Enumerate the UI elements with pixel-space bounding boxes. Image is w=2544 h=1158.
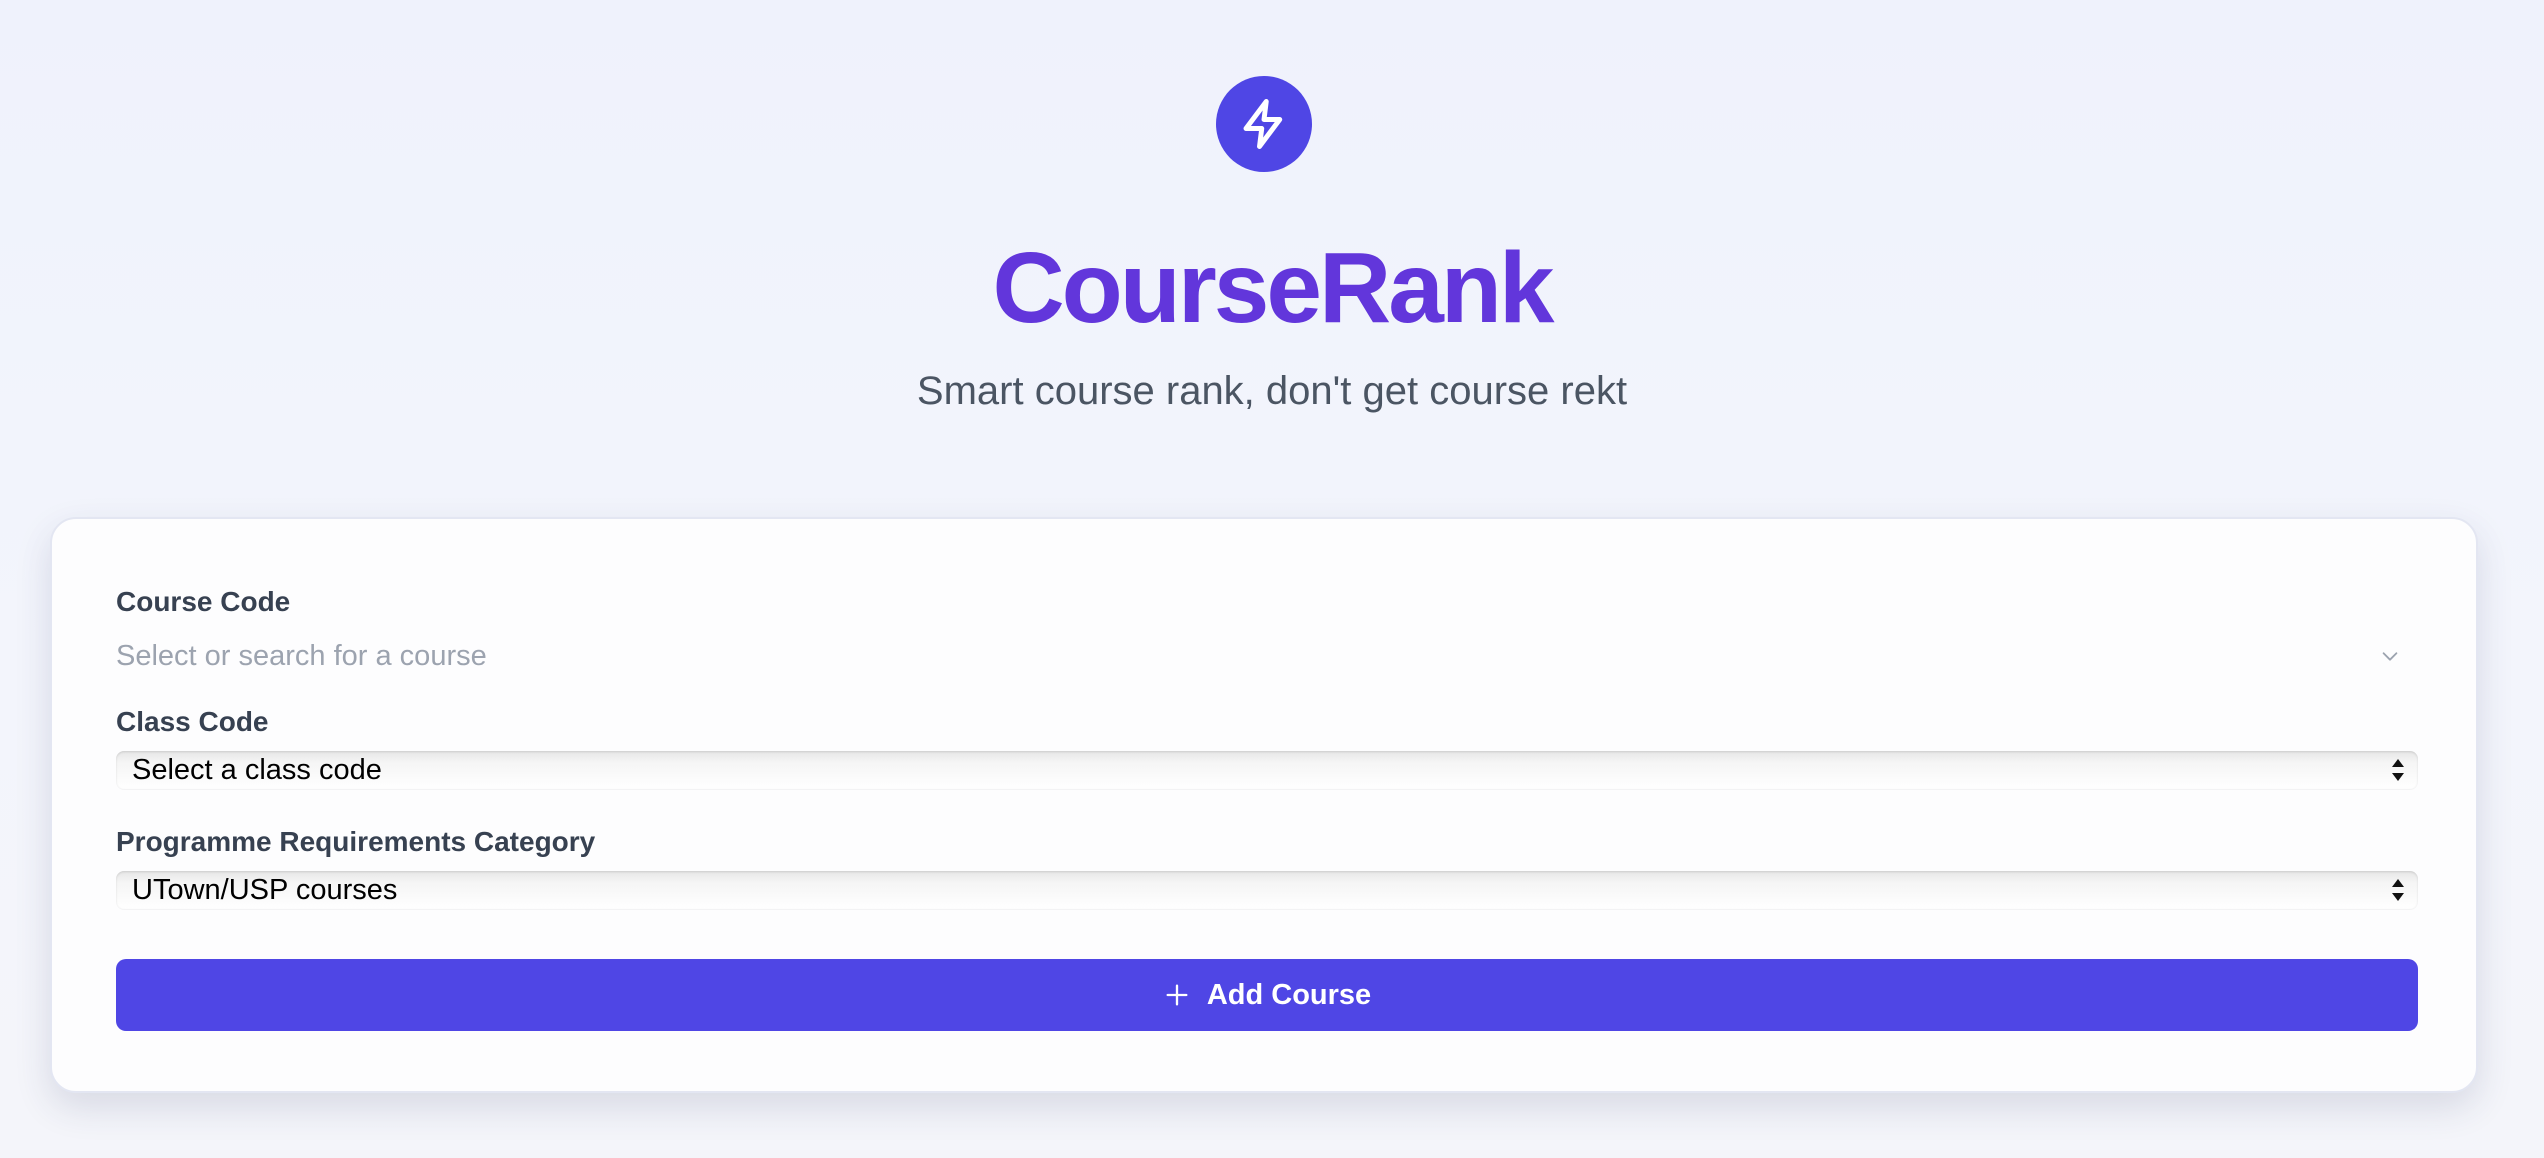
app-title: CourseRank [992, 232, 1554, 344]
select-stepper-icon [2392, 879, 2404, 901]
app-subtitle: Smart course rank, don't get course rekt [916, 369, 1628, 413]
class-code-selected-value: Select a class code [132, 753, 382, 786]
category-select[interactable]: UTown/USP courses [116, 871, 2418, 909]
app-logo [1216, 76, 1312, 172]
add-course-button[interactable]: Add Course [116, 959, 2418, 1031]
course-code-combobox[interactable]: Select or search for a course [116, 631, 2414, 681]
course-code-label: Course Code [116, 586, 291, 617]
select-stepper-icon [2392, 759, 2404, 781]
class-code-select[interactable]: Select a class code [116, 751, 2418, 789]
add-course-label: Add Course [1206, 978, 1372, 1011]
category-selected-value: UTown/USP courses [132, 873, 398, 906]
chevron-down-icon[interactable] [2374, 640, 2406, 672]
add-course-card: Course Code Select or search for a cours… [50, 517, 2478, 1093]
lightning-bolt-icon [1243, 99, 1283, 149]
category-label: Programme Requirements Category [116, 826, 596, 857]
class-code-label: Class Code [116, 706, 269, 737]
plus-icon [1166, 984, 1188, 1006]
course-code-placeholder: Select or search for a course [116, 639, 487, 672]
